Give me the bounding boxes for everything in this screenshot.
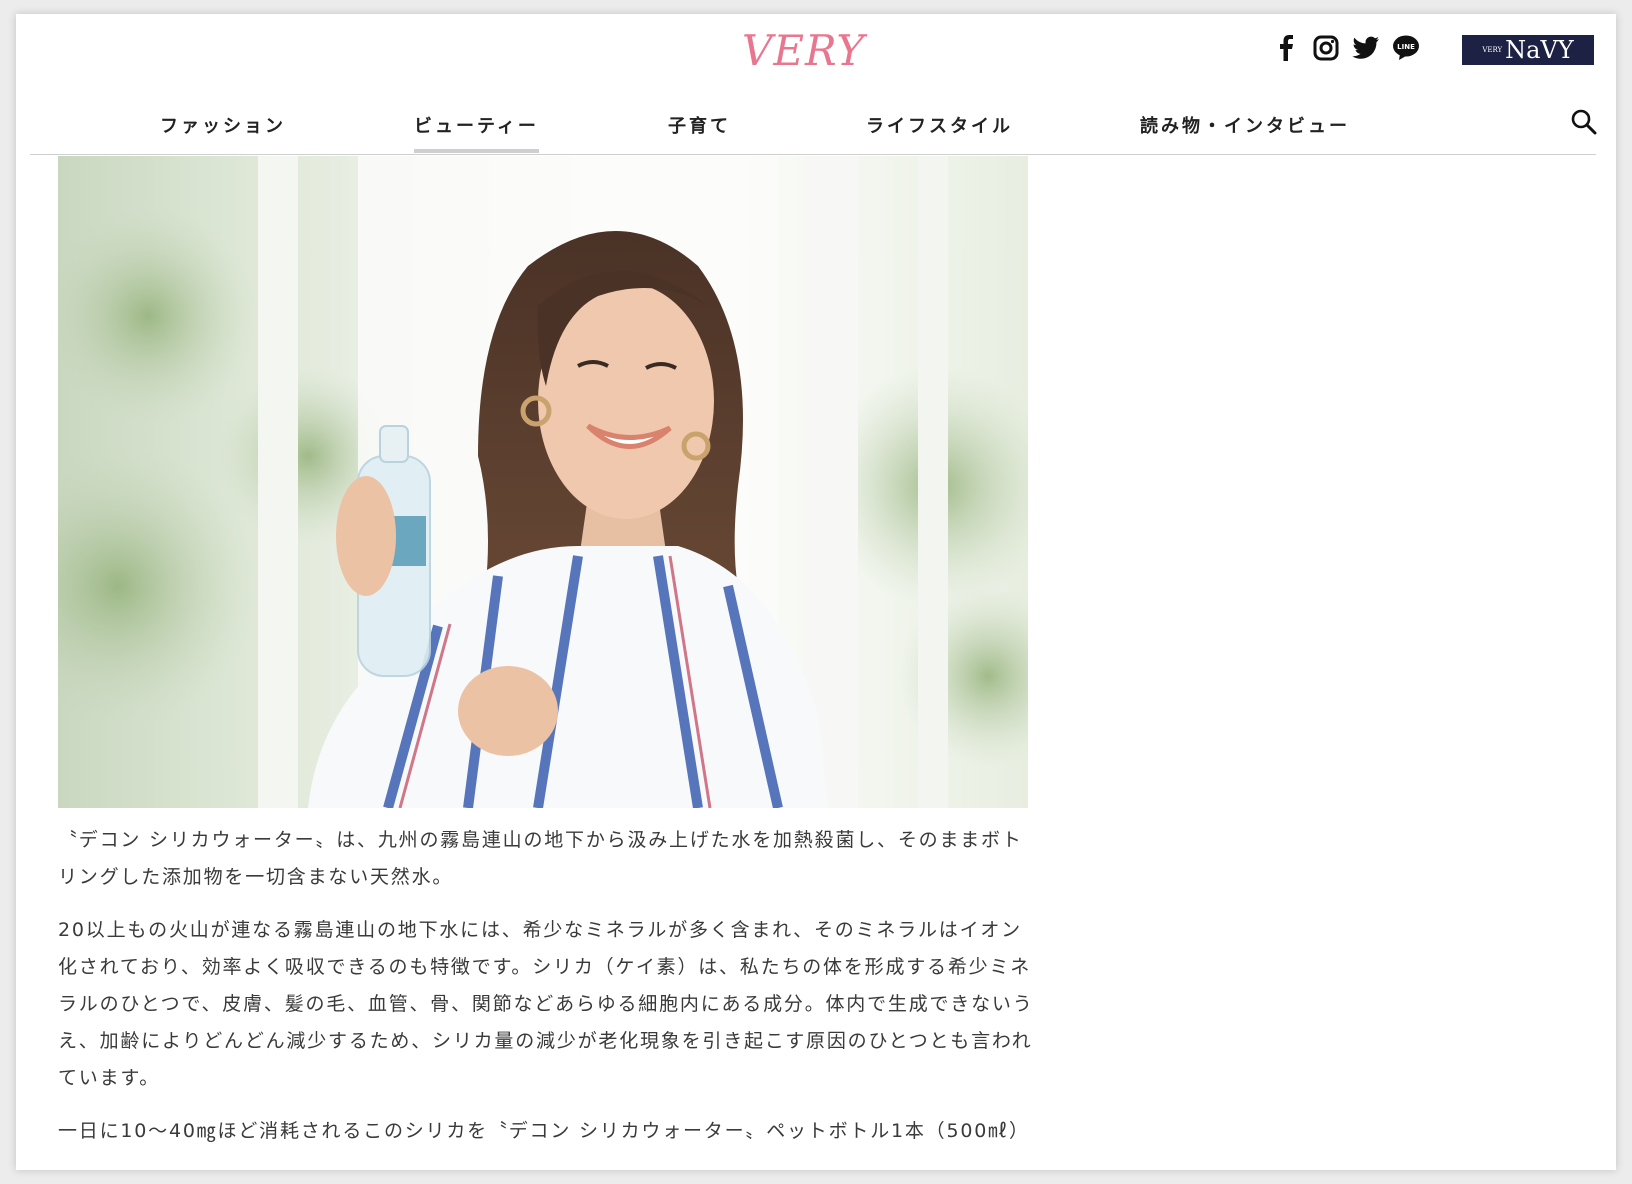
twitter-icon[interactable] [1352,34,1380,62]
instagram-icon[interactable] [1312,34,1340,62]
nav-item-beauty[interactable]: ビューティー [414,102,539,154]
site-logo[interactable]: VERY [742,26,865,75]
badge-text: NaVY [1505,36,1574,64]
nav-item-label: 子育て [668,116,731,137]
line-icon[interactable]: LINE [1392,34,1420,62]
search-icon[interactable] [1570,108,1598,136]
nav-divider [30,154,1596,155]
nav-item-label: ビューティー [414,116,539,137]
article-paragraph: 20以上もの火山が連なる霧島連山の地下水には、希少なミネラルが多く含まれ、そのミ… [58,919,1034,1089]
nav-item-lifestyle[interactable]: ライフスタイル [866,102,1013,154]
article-paragraph: 一日に10～40㎎ほど消耗されるこのシリカを〝デコン シリカウォーター〟ペットボ… [58,1120,1030,1142]
article-paragraph: 〝デコン シリカウォーター〟は、九州の霧島連山の地下から汲み上げた水を加熱殺菌し… [58,829,1023,888]
svg-text:LINE: LINE [1397,43,1415,51]
social-links: LINE [1272,34,1420,62]
nav-item-interview[interactable]: 読み物・インタビュー [1140,102,1350,154]
main-nav: ファッション ビューティー 子育て ライフスタイル 読み物・インタビュー [16,102,1616,154]
article-body: 〝デコン シリカウォーター〟は、九州の霧島連山の地下から汲み上げた水を加熱殺菌し… [58,822,1038,1166]
badge-prefix: VERY [1482,46,1503,54]
nav-item-label: ファッション [160,116,286,137]
browser-page: VERY LINE VERY NaVY ファッション ビューティー 子育て ライ… [16,14,1616,1170]
nav-item-label: 読み物・インタビュー [1140,116,1350,137]
navy-badge-link[interactable]: VERY NaVY [1462,35,1594,65]
nav-item-fashion[interactable]: ファッション [160,102,286,154]
nav-item-label: ライフスタイル [866,116,1013,137]
nav-item-childcare[interactable]: 子育て [668,102,731,154]
article-hero-image [58,156,1028,808]
facebook-icon[interactable] [1272,34,1300,62]
